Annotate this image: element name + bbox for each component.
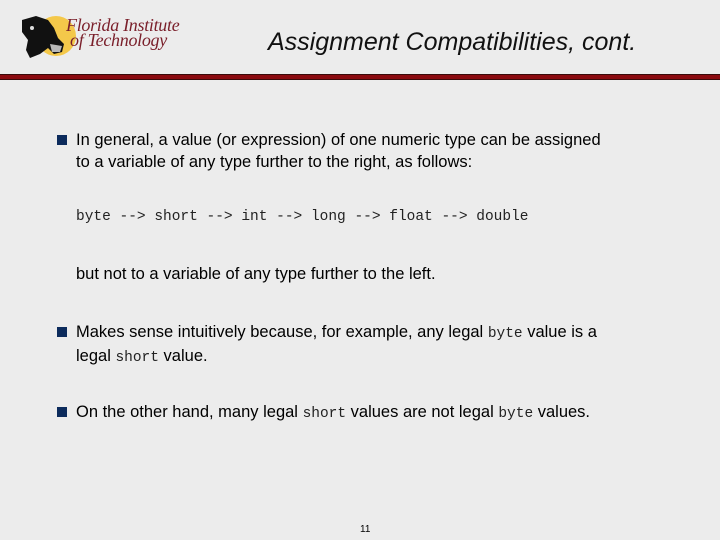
text: value is a: [522, 323, 597, 341]
bullet-1-text: In general, a value (or expression) of o…: [76, 129, 601, 173]
code-short: short: [115, 350, 159, 366]
text: values.: [533, 403, 591, 421]
panther-icon: [22, 16, 64, 58]
institution-logo: Florida Institute of Technology: [14, 10, 184, 66]
code-byte: byte: [498, 406, 534, 422]
bullet-1-line-2: to a variable of any type further to the…: [76, 153, 473, 171]
logo-text: Florida Institute of Technology: [66, 16, 180, 50]
page-number: 11: [360, 524, 371, 535]
bullet-icon: [57, 327, 67, 337]
bullet-3-text: On the other hand, many legal short valu…: [76, 401, 590, 425]
text: legal: [76, 347, 116, 365]
text: On the other hand, many legal: [76, 403, 303, 421]
title-divider: [0, 74, 720, 80]
slide-title: Assignment Compatibilities, cont.: [268, 28, 637, 56]
text: value.: [158, 347, 208, 365]
code-byte: byte: [487, 326, 523, 342]
bullet-2-text: Makes sense intuitively because, for exa…: [76, 321, 597, 369]
bullet-1-line-1: In general, a value (or expression) of o…: [76, 131, 601, 149]
type-widening-chain: byte --> short --> int --> long --> floa…: [76, 209, 529, 225]
text: values are not legal: [346, 403, 499, 421]
text: Makes sense intuitively because, for exa…: [76, 323, 488, 341]
bullet-icon: [57, 407, 67, 417]
logo-line-2: of Technology: [70, 30, 167, 50]
bullet-icon: [57, 135, 67, 145]
code-short: short: [302, 406, 347, 422]
continuation-text: but not to a variable of any type furthe…: [76, 265, 436, 283]
